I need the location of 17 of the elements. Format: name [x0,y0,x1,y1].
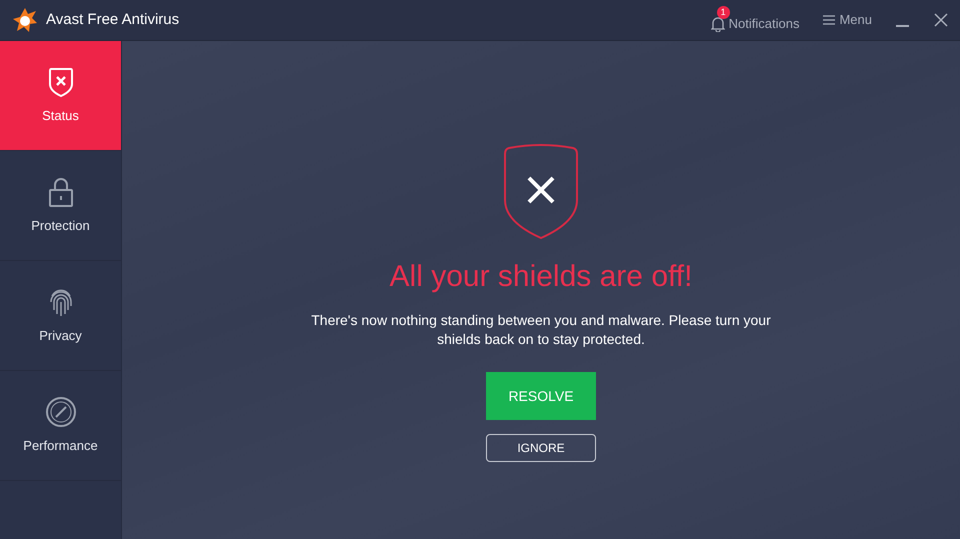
notification-badge: 1 [716,6,730,20]
menu-button[interactable]: Menu [823,10,872,30]
notifications-button[interactable]: Notifications 1 [708,6,800,34]
shield-icon [48,66,74,98]
logo-icon [12,7,38,33]
window-title: Avast Free Antivirus [46,10,180,30]
close-button[interactable] [934,13,948,27]
ignore-button[interactable]: IGNORE [486,434,596,462]
gauge-icon [44,396,76,428]
bell-icon [710,16,725,32]
close-icon [934,13,948,27]
menu-icon [823,15,836,25]
lock-icon [48,176,74,208]
shield-x-icon [503,144,579,240]
alert-title: All your shields are off! [390,259,692,295]
sidebar-item[interactable]: Status [0,41,121,151]
alert-message: There's now nothing standing between you and malware. Please turn your shields back on to stay protected. [310,311,772,349]
